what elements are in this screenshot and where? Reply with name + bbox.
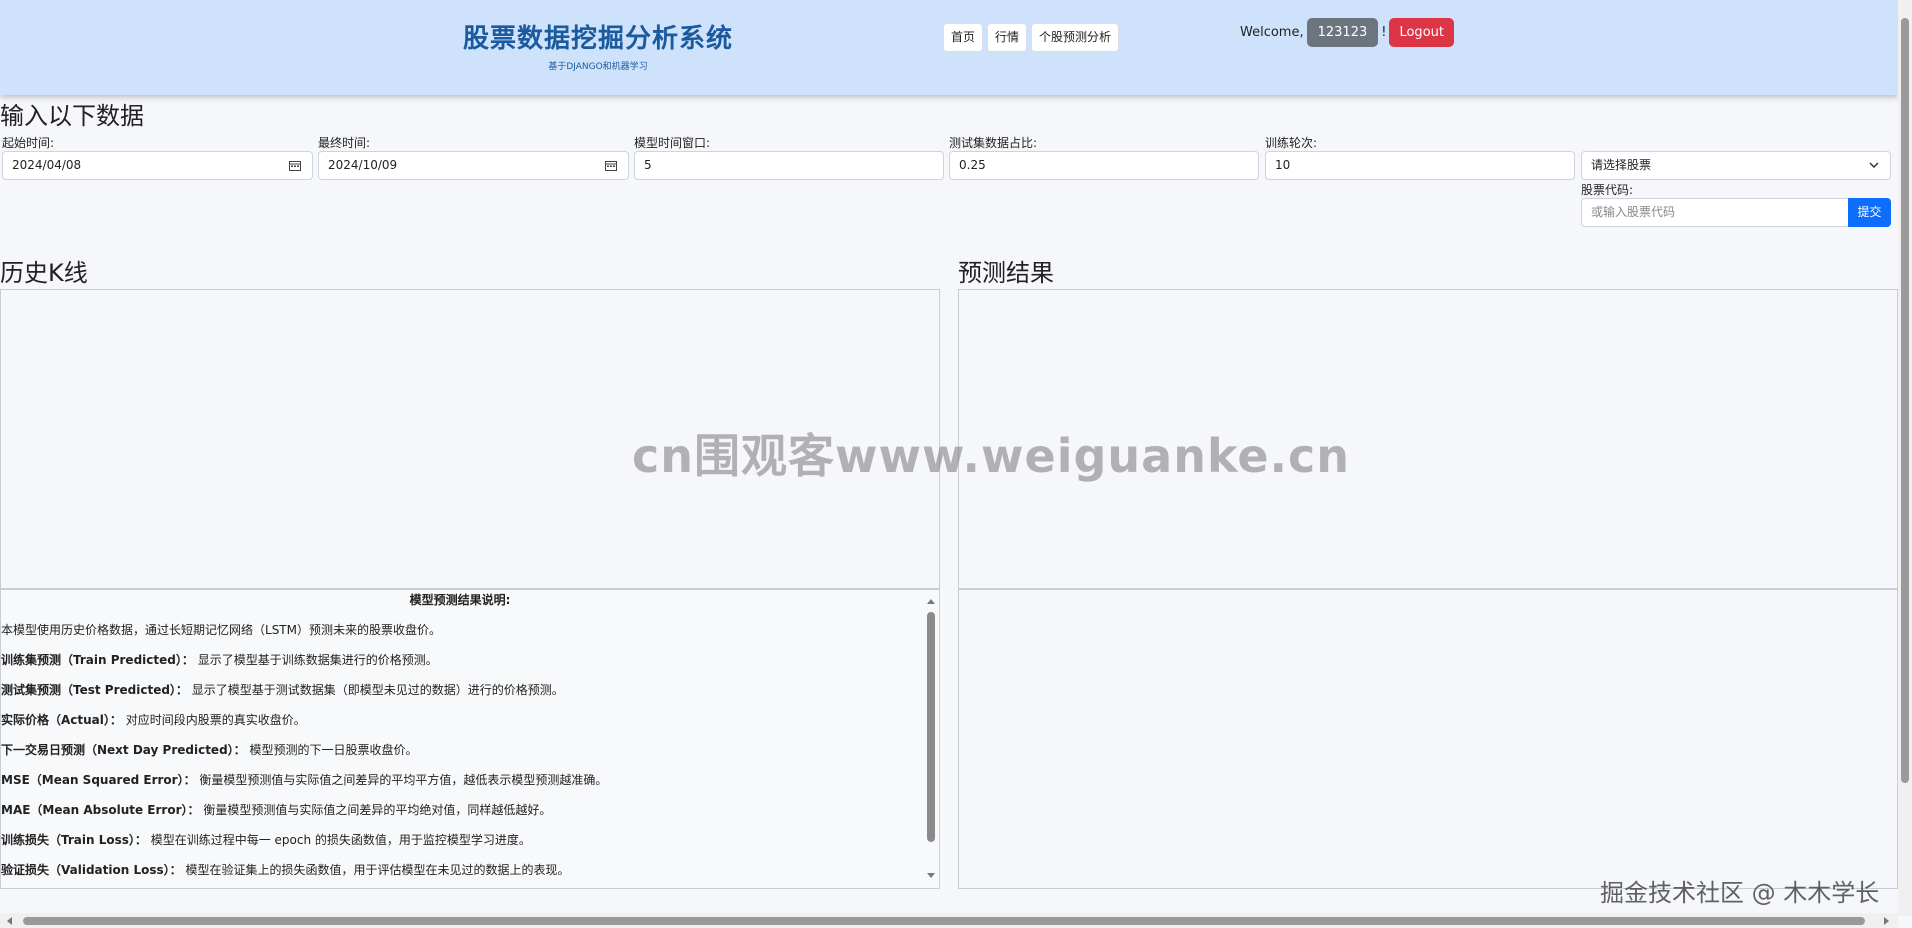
explanation-title: 模型预测结果说明: <box>409 593 511 607</box>
page-vertical-scroll-thumb[interactable] <box>1901 18 1909 783</box>
end-date-input[interactable]: 2024/10/09 <box>318 151 629 180</box>
explanation-item: 训练集预测（Train Predicted）： 显示了模型基于训练数据集进行的价… <box>1 651 438 668</box>
explanation-desc: 模型预测的下一日股票收盘价。 <box>249 743 418 757</box>
top-header: 股票数据挖掘分析系统 基于DJANGO和机器学习 首页 行情 个股预测分析 We… <box>0 0 1898 95</box>
scroll-down-icon[interactable] <box>927 873 935 878</box>
explanation-desc: 对应时间段内股票的真实收盘价。 <box>125 713 306 727</box>
explanation-item: 实际价格（Actual）： 对应时间段内股票的真实收盘价。 <box>1 711 306 728</box>
explanation-desc: 模型在训练过程中每一 epoch 的损失函数值，用于监控模型学习进度。 <box>150 833 531 847</box>
main-nav: 首页 行情 个股预测分析 <box>943 23 1120 52</box>
logout-button[interactable]: Logout <box>1389 18 1454 47</box>
form-heading: 输入以下数据 <box>0 102 144 130</box>
brand-subtitle: 基于DJANGO和机器学习 <box>548 62 648 72</box>
explanation-item: MAE（Mean Absolute Error）： 衡量模型预测值与实际值之间差… <box>1 801 551 818</box>
explanation-term: 测试集预测（Test Predicted）： <box>1 683 188 697</box>
explanation-intro: 本模型使用历史价格数据，通过长短期记忆网络（LSTM）预测未来的股票收盘价。 <box>1 623 441 637</box>
brand: 股票数据挖掘分析系统 基于DJANGO和机器学习 <box>463 18 733 72</box>
welcome-exclaim: ! <box>1381 25 1387 40</box>
window-value: 5 <box>644 158 652 172</box>
calendar-icon[interactable] <box>605 160 617 171</box>
explanation-desc: 显示了模型基于训练数据集进行的价格预测。 <box>197 653 438 667</box>
page-horizontal-scroll-thumb[interactable] <box>23 917 1865 925</box>
explanation-item: 测试集预测（Test Predicted）： 显示了模型基于测试数据集（即模型未… <box>1 681 564 698</box>
window-input[interactable]: 5 <box>634 151 944 180</box>
explanation-item: 验证损失（Validation Loss）： 模型在验证集上的损失函数值，用于评… <box>1 861 569 878</box>
explanation-term: 训练集预测（Train Predicted）： <box>1 653 194 667</box>
epochs-label: 训练轮次: <box>1265 136 1318 150</box>
nav-home[interactable]: 首页 <box>943 23 984 52</box>
scroll-left-icon[interactable] <box>7 917 12 925</box>
test-ratio-input[interactable]: 0.25 <box>949 151 1259 180</box>
scroll-right-icon[interactable] <box>1884 917 1889 925</box>
test-ratio-label: 测试集数据占比: <box>949 136 1038 150</box>
test-ratio-value: 0.25 <box>959 158 986 172</box>
explanation-item: 下一交易日预测（Next Day Predicted）： 模型预测的下一日股票收… <box>1 741 418 758</box>
stock-code-placeholder: 或输入股票代码 <box>1591 205 1676 219</box>
stock-select[interactable]: 请选择股票 <box>1581 151 1891 180</box>
chevron-down-icon[interactable] <box>1868 159 1880 171</box>
explanation-item: 训练损失（Train Loss）： 模型在训练过程中每一 epoch 的损失函数… <box>1 831 531 848</box>
end-date-value: 2024/10/09 <box>328 158 398 172</box>
epochs-value: 10 <box>1275 158 1291 172</box>
explanation-term: 训练损失（Train Loss）： <box>1 833 147 847</box>
nav-stock-prediction[interactable]: 个股预测分析 <box>1031 23 1120 52</box>
explanation-item: MSE（Mean Squared Error）： 衡量模型预测值与实际值之间差异… <box>1 771 607 788</box>
stock-code-label: 股票代码: <box>1581 183 1634 197</box>
explanation-term: MAE（Mean Absolute Error）： <box>1 803 200 817</box>
username-badge: 123123 <box>1306 18 1379 47</box>
nav-market[interactable]: 行情 <box>987 23 1028 52</box>
prediction-heading: 预测结果 <box>958 259 1054 287</box>
kline-heading: 历史K线 <box>0 259 88 287</box>
window-label: 模型时间窗口: <box>634 136 711 150</box>
welcome-text: Welcome, <box>1240 25 1304 40</box>
explanation-scroll-thumb[interactable] <box>927 612 935 842</box>
explanation-term: MSE（Mean Squared Error）： <box>1 773 196 787</box>
prediction-secondary-area <box>958 589 1898 889</box>
brand-title: 股票数据挖掘分析系统 <box>463 24 734 54</box>
explanation-desc: 模型在验证集上的损失函数值，用于评估模型在未见过的数据上的表现。 <box>185 863 570 877</box>
watermark-center: cn围观客www.weiguanke.cn <box>632 429 1351 483</box>
explanation-term: 下一交易日预测（Next Day Predicted）： <box>1 743 246 757</box>
stock-code-input[interactable]: 或输入股票代码 <box>1581 198 1849 227</box>
explanation-desc: 显示了模型基于测试数据集（即模型未见过的数据）进行的价格预测。 <box>191 683 564 697</box>
start-date-label: 起始时间: <box>2 136 55 150</box>
stock-select-value: 请选择股票 <box>1591 158 1652 172</box>
explanation-desc: 衡量模型预测值与实际值之间差异的平均平方值，越低表示模型预测越准确。 <box>199 773 608 787</box>
start-date-value: 2024/04/08 <box>12 158 82 172</box>
end-date-label: 最终时间: <box>318 136 371 150</box>
submit-button[interactable]: 提交 <box>1848 198 1891 227</box>
scroll-up-icon[interactable] <box>927 599 935 604</box>
explanation-desc: 衡量模型预测值与实际值之间差异的平均绝对值，同样越低越好。 <box>203 803 552 817</box>
user-box: Welcome, 123123 ! Logout <box>1240 18 1454 47</box>
explanation-term: 实际价格（Actual）： <box>1 713 122 727</box>
epochs-input[interactable]: 10 <box>1265 151 1575 180</box>
start-date-input[interactable]: 2024/04/08 <box>2 151 313 180</box>
explanation-term: 验证损失（Validation Loss）： <box>1 863 182 877</box>
watermark-corner: 掘金技术社区 @ 木木学长 <box>1600 879 1880 907</box>
app-root: 股票数据挖掘分析系统 基于DJANGO和机器学习 首页 行情 个股预测分析 We… <box>0 0 1912 928</box>
calendar-icon[interactable] <box>289 160 301 171</box>
